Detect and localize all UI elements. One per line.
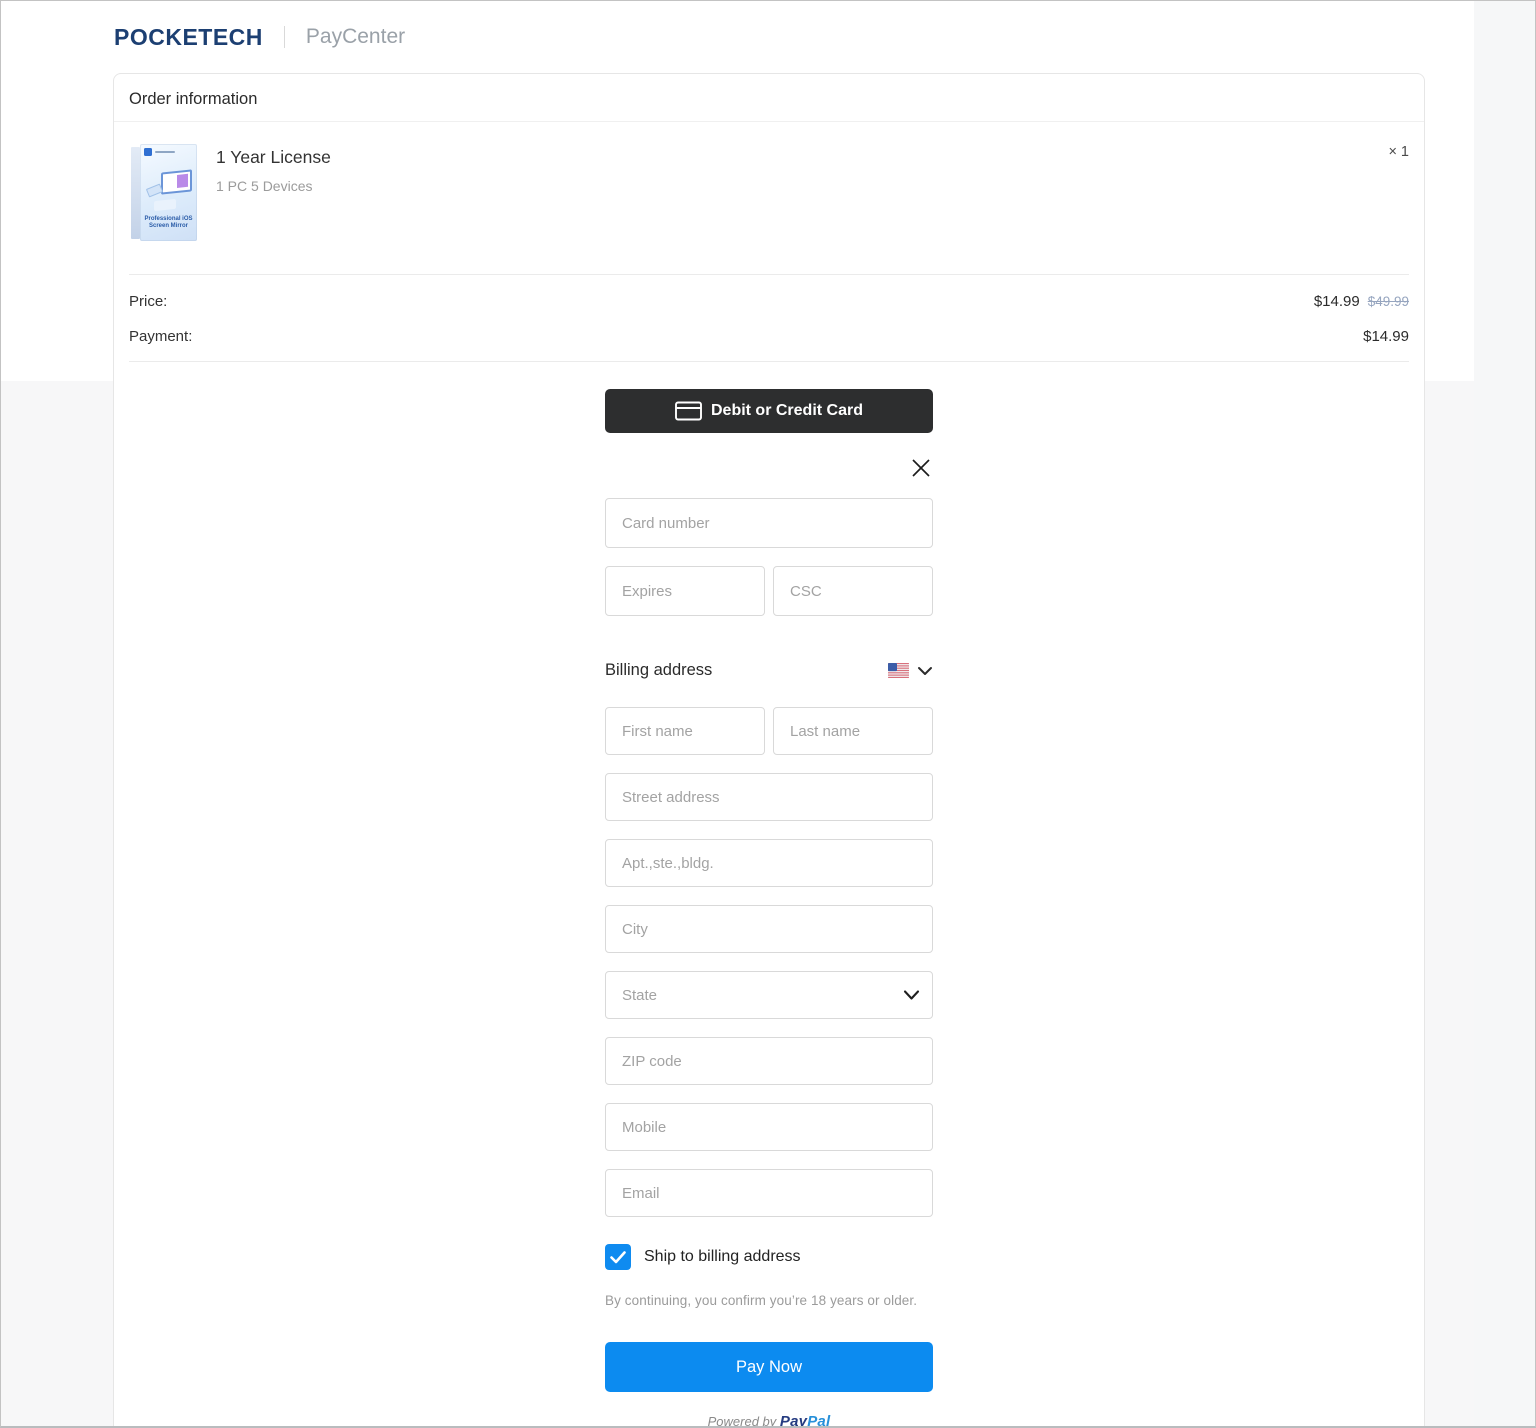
powered-by-text: Powered by — [708, 1414, 777, 1428]
csc-field-wrap — [773, 566, 933, 616]
screen-illustration — [177, 174, 188, 188]
name-row — [605, 707, 933, 773]
first-name-field-wrap — [605, 707, 765, 755]
billing-address-row: Billing address — [605, 661, 933, 680]
product-box-front: Professional iOS Screen Mirror — [140, 144, 197, 241]
street-field-wrap — [605, 773, 933, 821]
ship-to-billing-row[interactable]: Ship to billing address — [605, 1244, 933, 1270]
email-input[interactable] — [605, 1169, 933, 1217]
product-name: PayCenter — [306, 25, 405, 49]
expires-input[interactable] — [605, 566, 765, 616]
product-box-image: Professional iOS Screen Mirror — [131, 144, 197, 241]
product-title: 1 Year License — [216, 147, 1388, 167]
street-address-input[interactable] — [605, 773, 933, 821]
product-box-caption-line1: Professional iOS — [140, 216, 197, 223]
header-divider — [284, 26, 285, 48]
price-original: $49.99 — [1368, 294, 1409, 309]
city-input[interactable] — [605, 905, 933, 953]
product-box-logo — [144, 148, 152, 156]
chevron-down-icon — [917, 666, 933, 676]
mobile-field-wrap — [605, 1103, 933, 1151]
price-row: Price: $14.99 $49.99 — [129, 292, 1409, 312]
paypal-logo-pay: Pay — [780, 1413, 807, 1428]
expires-field-wrap — [605, 566, 765, 616]
billing-address-label: Billing address — [605, 661, 712, 680]
desk-illustration — [154, 199, 176, 211]
zip-code-input[interactable] — [605, 1037, 933, 1085]
price-label: Price: — [129, 292, 167, 312]
pay-now-button[interactable]: Pay Now — [605, 1342, 933, 1392]
email-field-wrap — [605, 1169, 933, 1217]
order-card: Order information Professional iOS Scree… — [113, 73, 1425, 1428]
card-number-input[interactable] — [605, 498, 933, 548]
payment-label: Payment: — [129, 327, 192, 347]
csc-input[interactable] — [773, 566, 933, 616]
product-spec: 1 PC 5 Devices — [216, 178, 1388, 194]
page: POCKETECH PayCenter Order information — [0, 0, 1536, 1428]
site-header: POCKETECH PayCenter — [114, 21, 405, 53]
order-title: Order information — [129, 90, 257, 108]
product-info: 1 Year License 1 PC 5 Devices — [216, 144, 1388, 194]
payment-row: Payment: $14.99 — [129, 327, 1409, 347]
payment-widget: Debit or Credit Card Billing address — [605, 389, 933, 1428]
credit-card-icon — [675, 401, 702, 421]
first-name-input[interactable] — [605, 707, 765, 755]
product-box-logo-text — [155, 151, 175, 153]
paypal-logo: PayPal — [780, 1413, 830, 1428]
apt-input[interactable] — [605, 839, 933, 887]
us-flag-icon — [888, 663, 909, 678]
price-values: $14.99 $49.99 — [1314, 292, 1409, 312]
product-box-caption: Professional iOS Screen Mirror — [140, 216, 197, 230]
order-card-header: Order information — [114, 74, 1424, 122]
ship-to-billing-checkbox[interactable] — [605, 1244, 631, 1270]
price-current: $14.99 — [1314, 293, 1360, 310]
country-selector[interactable] — [888, 663, 933, 678]
ship-to-billing-label: Ship to billing address — [644, 1248, 801, 1266]
zip-field-wrap — [605, 1037, 933, 1085]
apt-field-wrap — [605, 839, 933, 887]
powered-by-paypal: Powered by PayPal — [605, 1413, 933, 1428]
product-box-spine — [131, 147, 140, 239]
debit-credit-card-label: Debit or Credit Card — [711, 402, 863, 420]
city-field-wrap — [605, 905, 933, 953]
card-number-field-wrap — [605, 498, 933, 548]
scrollbar-gutter[interactable] — [1474, 1, 1535, 1426]
monitor-illustration — [161, 169, 192, 194]
last-name-input[interactable] — [773, 707, 933, 755]
close-icon[interactable] — [909, 456, 933, 480]
order-summary: Price: $14.99 $49.99 Payment: $14.99 — [129, 274, 1409, 362]
brand-logo: POCKETECH — [114, 24, 263, 51]
last-name-field-wrap — [773, 707, 933, 755]
mobile-input[interactable] — [605, 1103, 933, 1151]
close-row — [605, 456, 933, 480]
product-row: Professional iOS Screen Mirror 1 Year Li… — [114, 122, 1424, 274]
payment-value: $14.99 — [1363, 327, 1409, 347]
product-box-caption-line2: Screen Mirror — [140, 223, 197, 230]
age-disclaimer: By continuing, you confirm you’re 18 yea… — [605, 1293, 933, 1308]
phone-illustration — [146, 184, 163, 198]
card-expiry-row — [605, 566, 933, 634]
state-select[interactable] — [605, 971, 933, 1019]
debit-credit-card-button[interactable]: Debit or Credit Card — [605, 389, 933, 433]
state-field-wrap — [605, 971, 933, 1019]
product-quantity: × 1 — [1388, 144, 1409, 160]
paypal-logo-pal: Pal — [807, 1413, 830, 1428]
